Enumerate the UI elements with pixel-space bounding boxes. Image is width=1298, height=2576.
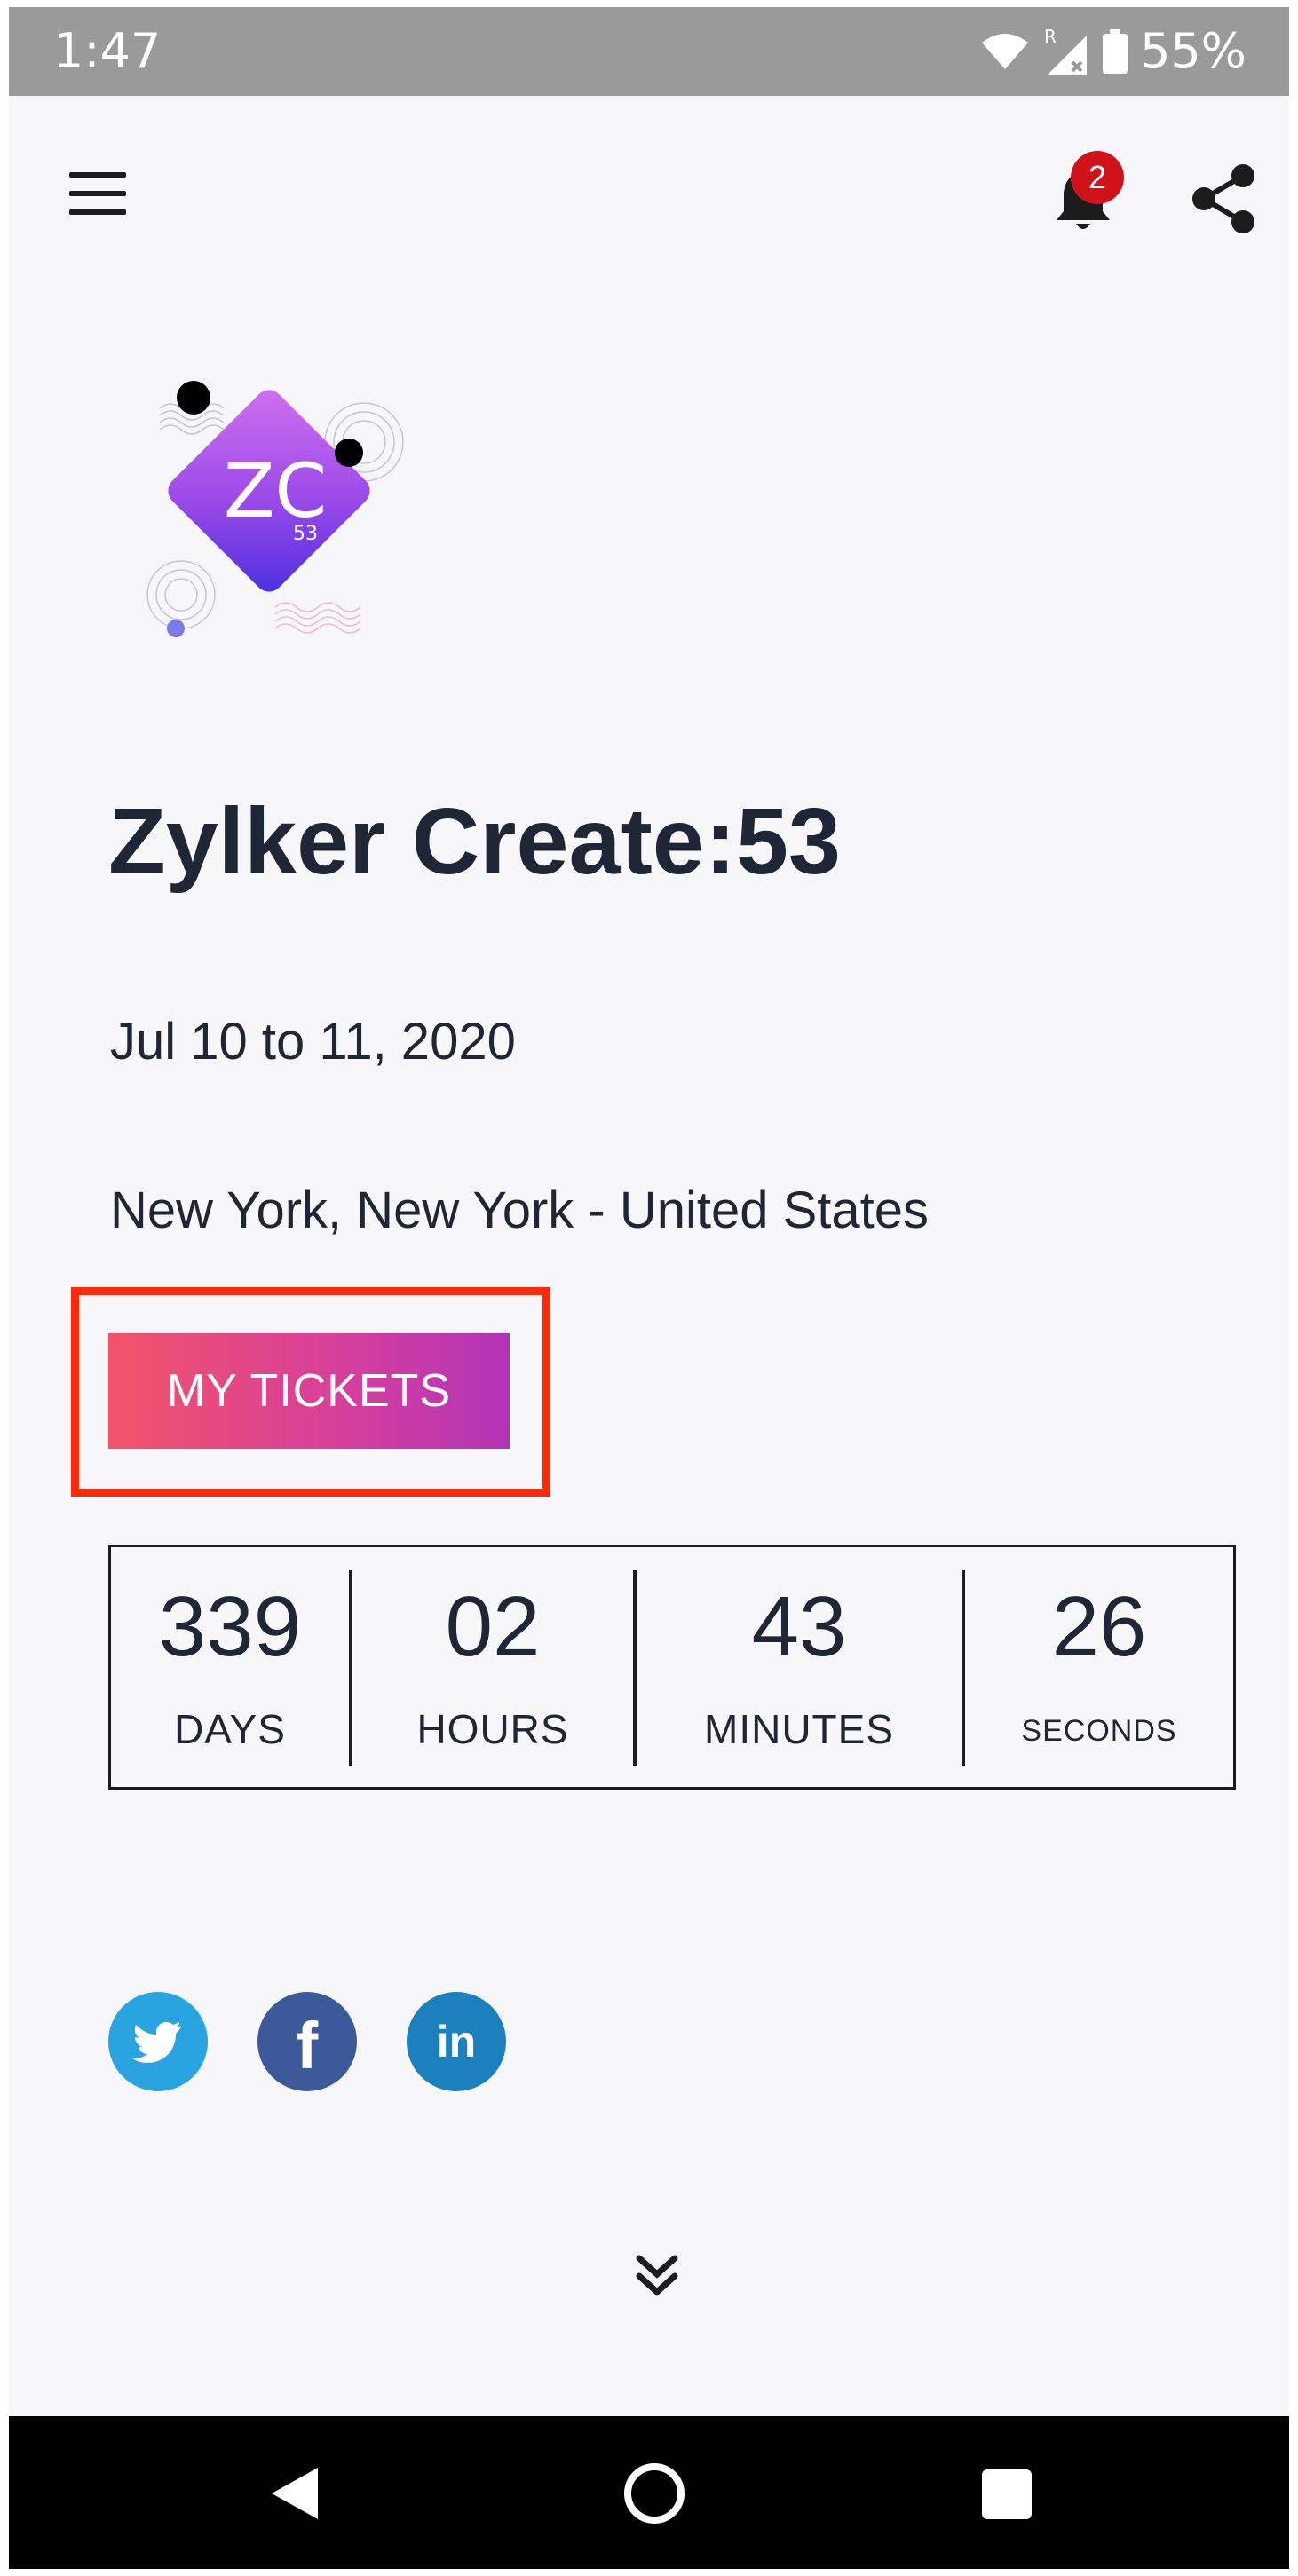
event-date: Jul 10 to 11, 2020	[110, 1013, 516, 1071]
home-icon[interactable]	[620, 2459, 689, 2528]
svg-text:R: R	[1044, 27, 1057, 47]
countdown-hours-value: 02	[445, 1579, 541, 1674]
my-tickets-button[interactable]: MY TICKETS	[108, 1333, 510, 1449]
countdown-hours: 02 HOURS	[352, 1547, 633, 1787]
facebook-icon: f	[296, 2009, 319, 2082]
hamburger-menu-icon[interactable]	[62, 167, 133, 220]
status-time: 1:47	[53, 23, 162, 79]
system-nav-bar	[9, 2416, 1289, 2569]
countdown-minutes-label: MINUTES	[704, 1706, 894, 1752]
wifi-icon	[981, 34, 1028, 69]
countdown-hours-label: HOURS	[416, 1706, 569, 1752]
logo-subtext: 53	[293, 523, 318, 545]
share-icon[interactable]	[1181, 156, 1266, 241]
status-bar: 1:47 R 55%	[9, 7, 1289, 96]
recents-icon[interactable]	[978, 2466, 1035, 2523]
battery-percent: 55%	[1139, 23, 1247, 79]
app-header: 2	[9, 96, 1289, 273]
countdown-days: 339 DAYS	[111, 1547, 349, 1787]
event-title: Zylker Create:53	[108, 789, 841, 894]
countdown-seconds-label: SECONDS	[1021, 1714, 1177, 1748]
twitter-button[interactable]	[108, 1992, 208, 2091]
countdown-seconds: 26 SECONDS	[965, 1547, 1233, 1787]
battery-icon	[1102, 29, 1128, 74]
logo-text: ZC	[224, 447, 327, 534]
countdown-days-label: DAYS	[174, 1706, 286, 1752]
countdown-minutes: 43 MINUTES	[637, 1547, 962, 1787]
countdown-timer: 339 DAYS 02 HOURS 43 MINUTES 26 SECONDS	[108, 1545, 1236, 1790]
app-screen: 1:47 R 55% 2 ZC 53 Zylker Create:53 Jul …	[9, 7, 1289, 2569]
linkedin-icon: in	[436, 2017, 477, 2066]
twitter-icon	[133, 2022, 181, 2063]
event-logo: ZC 53	[146, 381, 404, 637]
countdown-seconds-value: 26	[1051, 1579, 1147, 1674]
facebook-button[interactable]: f	[257, 1992, 357, 2091]
signal-icon: R	[1044, 27, 1087, 75]
event-location: New York, New York - United States	[110, 1181, 930, 1239]
linkedin-button[interactable]: in	[407, 1992, 506, 2091]
countdown-minutes-value: 43	[751, 1579, 847, 1674]
notification-badge: 2	[1071, 151, 1124, 204]
status-icons: R 55%	[980, 23, 1247, 80]
back-icon[interactable]	[266, 2462, 328, 2525]
chevron-double-down-icon[interactable]	[621, 2239, 693, 2310]
countdown-days-value: 339	[158, 1579, 302, 1674]
